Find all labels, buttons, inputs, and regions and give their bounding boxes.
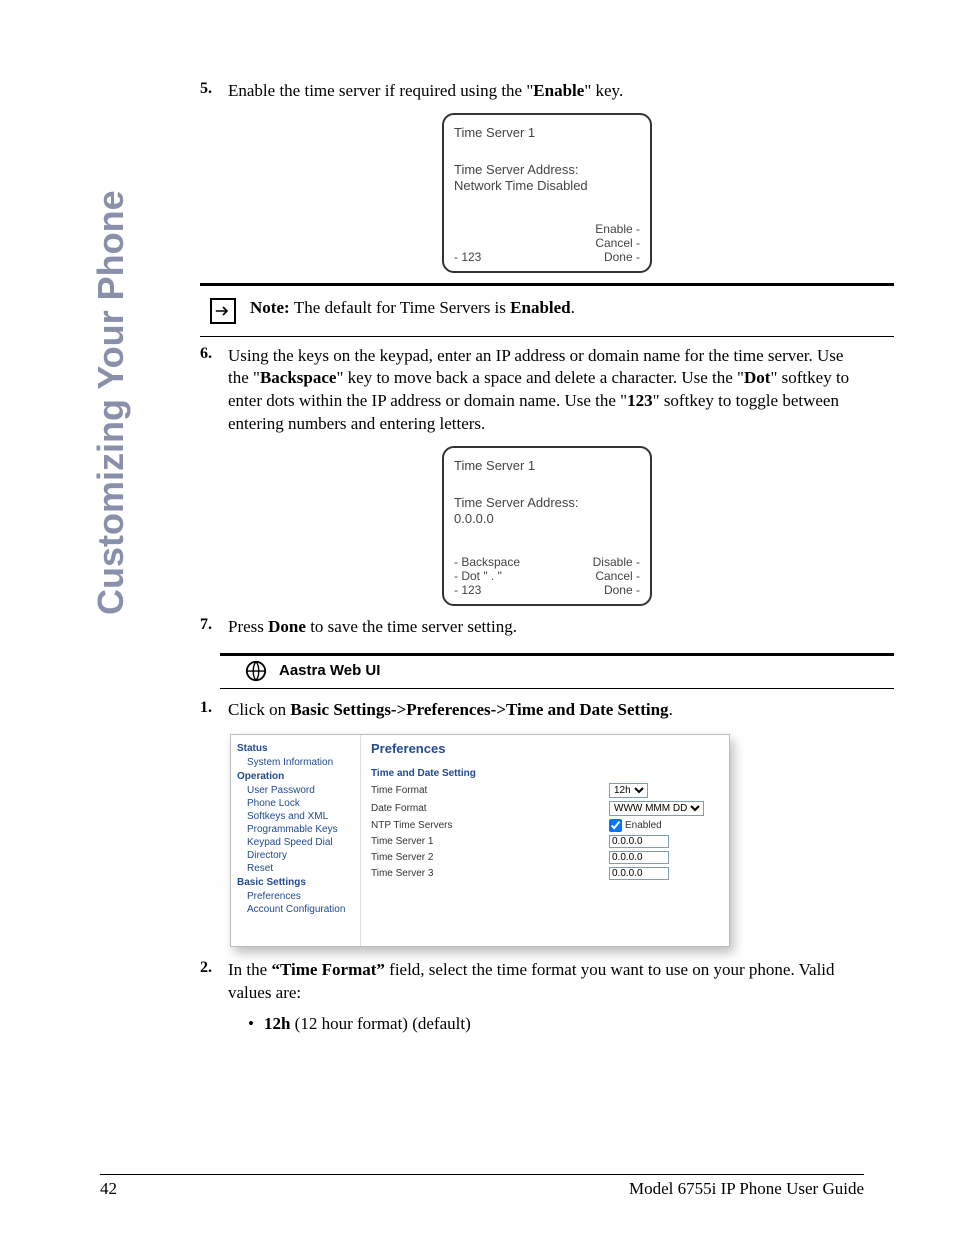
step-7-num: 7.: [200, 616, 224, 634]
sidebar-account[interactable]: Account Configuration: [247, 903, 354, 916]
webui-screenshot: Status System Information Operation User…: [230, 734, 730, 947]
screen2-left2: - Dot " . ": [454, 570, 520, 584]
sidebar-speeddial[interactable]: Keypad Speed Dial: [247, 836, 354, 849]
webui-subsection: Time and Date Setting: [371, 768, 719, 779]
sidebar-operation[interactable]: Operation: [237, 771, 354, 782]
page-number: 42: [100, 1179, 117, 1199]
section-bar: Aastra Web UI: [220, 653, 894, 689]
step-6: 6. Using the keys on the keypad, enter a…: [200, 345, 894, 437]
step-7-text: Press Done to save the time server setti…: [228, 616, 868, 639]
sidebar-sysinfo[interactable]: System Information: [247, 756, 354, 769]
ntp-enabled-label: Enabled: [625, 820, 662, 831]
screen1-right1: Enable -: [595, 223, 640, 237]
phone-screen-2: Time Server 1 Time Server Address: 0.0.0…: [442, 446, 652, 606]
row-ntp: NTP Time Servers Enabled: [371, 819, 719, 832]
row-ts1: Time Server 1: [371, 835, 719, 848]
screen1-line1: Time Server Address:: [454, 162, 640, 178]
step-2b: 2. In the “Time Format” field, select th…: [200, 959, 894, 1036]
step-1b: 1. Click on Basic Settings->Preferences-…: [200, 699, 894, 722]
section-bar-title: Aastra Web UI: [279, 662, 380, 679]
lbl-ts3: Time Server 3: [371, 868, 433, 879]
screen1-left1: - 123: [454, 251, 481, 265]
select-timeformat[interactable]: 12h: [609, 783, 648, 798]
webui-main: Preferences Time and Date Setting Time F…: [361, 735, 729, 946]
screen2-right2: Cancel -: [593, 570, 640, 584]
webui-main-title: Preferences: [371, 741, 719, 756]
screen2-right1: Disable -: [593, 556, 640, 570]
note-text: Note: The default for Time Servers is En…: [250, 298, 575, 318]
footer: 42 Model 6755i IP Phone User Guide: [100, 1174, 864, 1199]
sidebar-softkeys[interactable]: Softkeys and XML: [247, 810, 354, 823]
input-ts1[interactable]: [609, 835, 669, 848]
step-5-num: 5.: [200, 80, 224, 98]
sidebar-phonelock[interactable]: Phone Lock: [247, 797, 354, 810]
step-1b-text: Click on Basic Settings->Preferences->Ti…: [228, 699, 868, 722]
sidebar-reset[interactable]: Reset: [247, 862, 354, 875]
lbl-ts2: Time Server 2: [371, 852, 433, 863]
phone-screen-1: Time Server 1 Time Server Address: Netwo…: [442, 113, 652, 273]
screen1-right3: Done -: [595, 251, 640, 265]
screen1-right2: Cancel -: [595, 237, 640, 251]
sidebar-progkeys[interactable]: Programmable Keys: [247, 823, 354, 836]
row-dateformat: Date Format WWW MMM DD: [371, 801, 719, 816]
step-7: 7. Press Done to save the time server se…: [200, 616, 894, 639]
globe-icon: [245, 660, 267, 682]
step-2b-text: In the “Time Format” field, select the t…: [228, 959, 868, 1036]
lbl-ntp: NTP Time Servers: [371, 820, 453, 831]
step-5: 5. Enable the time server if required us…: [200, 80, 894, 103]
footer-title: Model 6755i IP Phone User Guide: [629, 1179, 864, 1199]
screen2-line2: 0.0.0.0: [454, 511, 640, 527]
sidebar-status[interactable]: Status: [237, 743, 354, 754]
webui-sidebar: Status System Information Operation User…: [231, 735, 361, 946]
screen2-right3: Done -: [593, 584, 640, 598]
step-2b-num: 2.: [200, 959, 224, 977]
arrow-right-icon: [210, 298, 236, 324]
sidebar-directory[interactable]: Directory: [247, 849, 354, 862]
select-dateformat[interactable]: WWW MMM DD: [609, 801, 704, 816]
lbl-timeformat: Time Format: [371, 785, 427, 796]
step-6-text: Using the keys on the keypad, enter an I…: [228, 345, 868, 437]
lbl-ts1: Time Server 1: [371, 836, 433, 847]
checkbox-ntp[interactable]: [609, 819, 622, 832]
row-timeformat: Time Format 12h: [371, 783, 719, 798]
sidebar-userpassword[interactable]: User Password: [247, 784, 354, 797]
screen1-line2: Network Time Disabled: [454, 178, 640, 194]
step-1b-num: 1.: [200, 699, 224, 717]
input-ts3[interactable]: [609, 867, 669, 880]
screen2-line1: Time Server Address:: [454, 495, 640, 511]
lbl-dateformat: Date Format: [371, 803, 427, 814]
side-heading: Customizing Your Phone: [90, 190, 132, 615]
bullet-12h: 12h (12 hour format) (default): [248, 1013, 868, 1036]
input-ts2[interactable]: [609, 851, 669, 864]
screen1-title: Time Server 1: [454, 125, 640, 140]
row-ts3: Time Server 3: [371, 867, 719, 880]
step-5-text: Enable the time server if required using…: [228, 80, 868, 103]
sidebar-preferences[interactable]: Preferences: [247, 890, 354, 903]
screen2-left3: - 123: [454, 584, 520, 598]
sidebar-basic[interactable]: Basic Settings: [237, 877, 354, 888]
row-ts2: Time Server 2: [371, 851, 719, 864]
screen2-title: Time Server 1: [454, 458, 640, 473]
step-6-num: 6.: [200, 345, 224, 363]
note-block: Note: The default for Time Servers is En…: [200, 283, 894, 337]
screen2-left1: - Backspace: [454, 556, 520, 570]
